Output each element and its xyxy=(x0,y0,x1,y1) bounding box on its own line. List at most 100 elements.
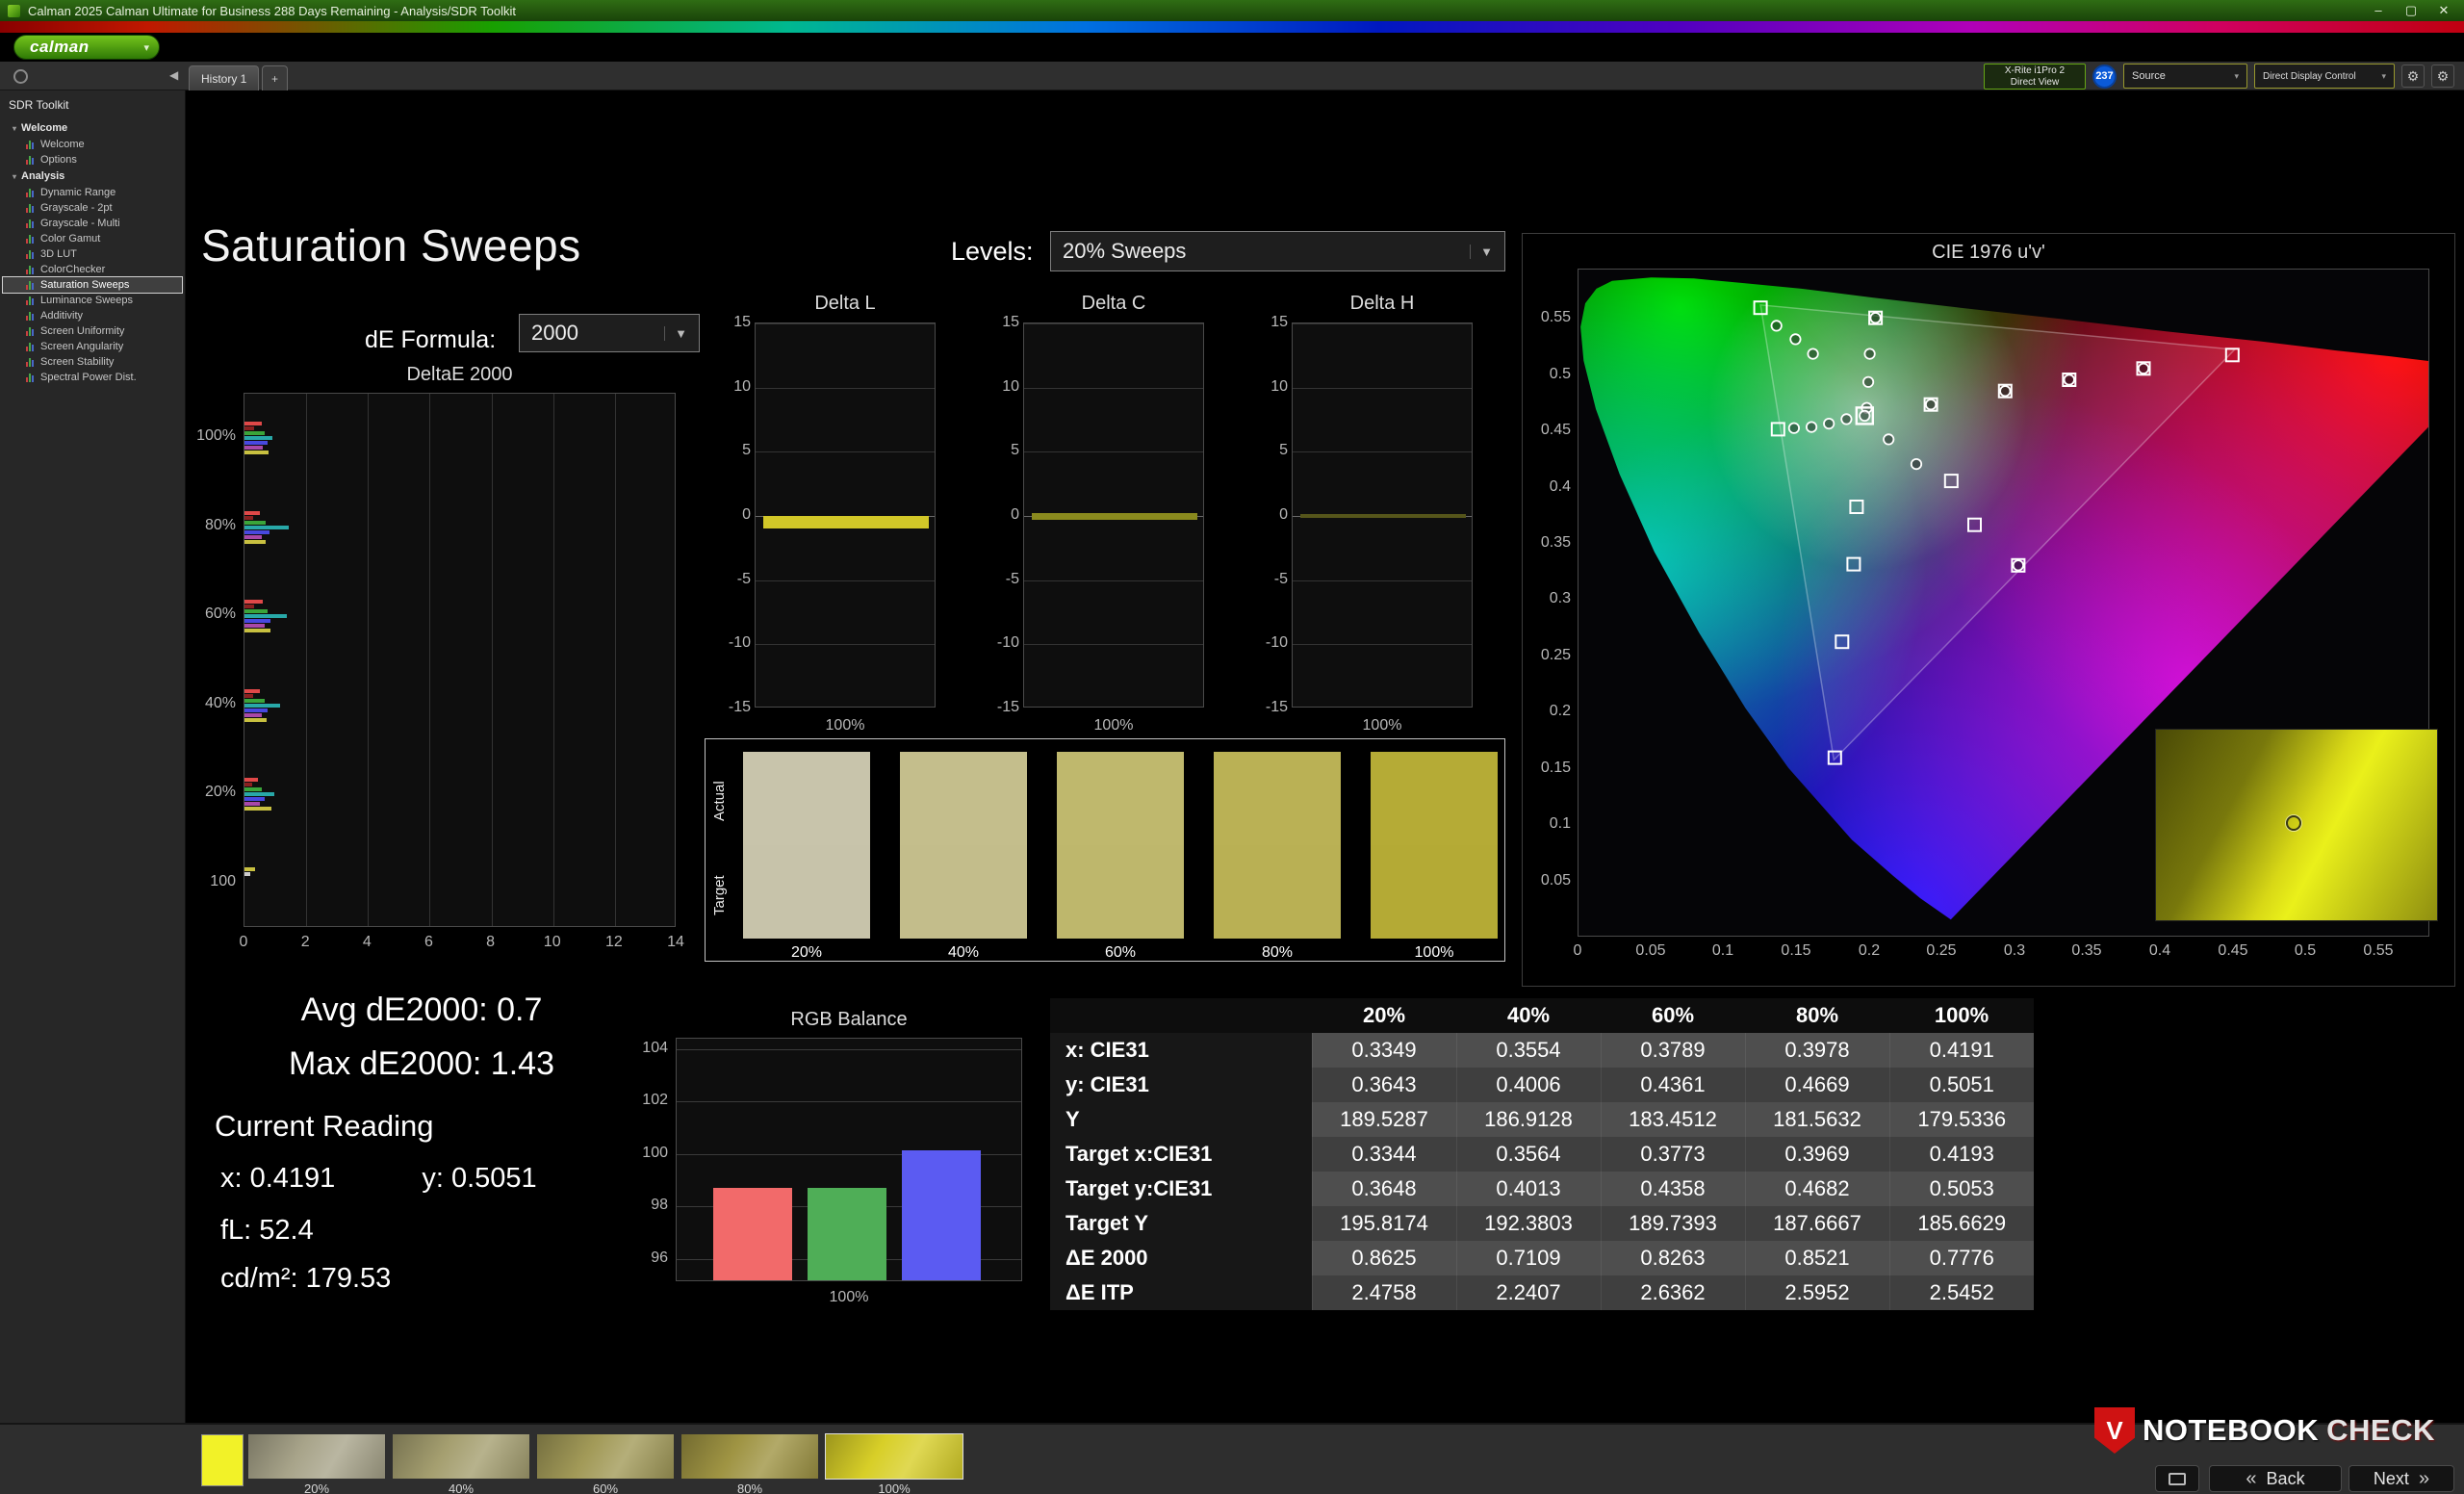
deltae-bar xyxy=(244,431,265,435)
maximize-button[interactable]: ▢ xyxy=(2397,3,2426,18)
sidebar-item-options[interactable]: Options xyxy=(3,152,182,167)
deltae-bar xyxy=(244,872,250,876)
table-cell: 0.3773 xyxy=(1601,1137,1745,1172)
patch-thumb-100[interactable]: 100% xyxy=(826,1434,962,1494)
chart-icon xyxy=(26,219,36,228)
workflow-tree: ▾WelcomeWelcomeOptions▾AnalysisDynamic R… xyxy=(3,119,182,385)
display-control-dropdown[interactable]: Direct Display Control ▾ xyxy=(2254,64,2395,89)
table-cell: 192.3803 xyxy=(1456,1206,1601,1241)
tree-collapse-icon: ▾ xyxy=(13,172,16,181)
table-cell: 0.7109 xyxy=(1456,1241,1601,1275)
table-cell: 186.9128 xyxy=(1456,1102,1601,1137)
workflow-gear-button[interactable]: ⚙ xyxy=(2431,64,2454,88)
delta-l-chart: Delta L 100% 151050-5-10-15 xyxy=(716,293,947,745)
current-patch-color xyxy=(201,1434,244,1486)
close-button[interactable]: ✕ xyxy=(2429,3,2458,18)
monitor-icon xyxy=(2169,1473,2186,1485)
current-cdm2: cd/m²: 179.53 xyxy=(220,1263,391,1295)
x-tick-label: 0.5 xyxy=(2286,942,2324,960)
deltae-bar xyxy=(244,422,262,425)
x-tick-label: 0.15 xyxy=(1777,942,1815,960)
sidebar-item-additivity[interactable]: Additivity xyxy=(3,308,182,323)
deltae-bar xyxy=(244,526,289,529)
de-formula-dropdown[interactable]: 2000 ▼ xyxy=(519,314,700,352)
x-tick-label: 0.2 xyxy=(1850,942,1888,960)
sidebar-item-grayscale-multi[interactable]: Grayscale - Multi xyxy=(3,216,182,231)
table-cell: 2.5452 xyxy=(1889,1275,2034,1310)
x-tick-label: 0.4 xyxy=(2141,942,2179,960)
cie-chart-panel: CIE 1976 u'v' 00.050.10.150.20.250.30.35… xyxy=(1522,233,2455,987)
patch-thumb-20[interactable]: 20% xyxy=(248,1434,385,1494)
max-de2000: Max dE2000: 1.43 xyxy=(215,1045,629,1083)
chevron-down-icon: ▼ xyxy=(664,326,687,341)
tab-history-1[interactable]: History 1 xyxy=(189,65,259,90)
sidebar-item-saturation-sweeps[interactable]: Saturation Sweeps xyxy=(3,277,182,293)
source-dropdown[interactable]: Source ▾ xyxy=(2123,64,2247,89)
sidebar-item-screen-stability[interactable]: Screen Stability xyxy=(3,354,182,370)
chart-title: DeltaE 2000 xyxy=(244,364,676,386)
patch-thumb-40[interactable]: 40% xyxy=(393,1434,529,1494)
tree-group-welcome[interactable]: ▾Welcome xyxy=(3,119,182,137)
deltae-bar xyxy=(244,787,262,791)
sidebar-item-color-gamut[interactable]: Color Gamut xyxy=(3,231,182,246)
x-tick-label: 0.3 xyxy=(1995,942,2034,960)
deltae-bar xyxy=(244,797,265,801)
titlebar: Calman 2025 Calman Ultimate for Business… xyxy=(0,0,2464,21)
actual-swatch xyxy=(1057,752,1184,845)
add-tab-button[interactable]: + xyxy=(262,65,288,90)
current-x: x: 0.4191 xyxy=(220,1163,335,1195)
hardware-controls: X-Rite i1Pro 2 Direct View 237 Source ▾ … xyxy=(1984,63,2454,90)
sidebar-item-screen-angularity[interactable]: Screen Angularity xyxy=(3,339,182,354)
table-row: Y189.5287186.9128183.4512181.5632179.533… xyxy=(1050,1102,2034,1137)
target-swatch xyxy=(1214,845,1341,939)
table-cell: 0.4191 xyxy=(1889,1033,2034,1068)
minimize-button[interactable]: – xyxy=(2364,3,2393,18)
table-cell: 2.2407 xyxy=(1456,1275,1601,1310)
next-button[interactable]: Next » xyxy=(2348,1465,2454,1492)
sidebar-item-3d-lut[interactable]: 3D LUT xyxy=(3,246,182,262)
logo-bar: calman ▾ xyxy=(0,33,2464,62)
x-tick-label: 0.45 xyxy=(2214,942,2252,960)
x-tick-label: 0.35 xyxy=(2067,942,2106,960)
thumb-label: 60% xyxy=(537,1481,674,1494)
tab-bar: ◀ History 1 + X-Rite i1Pro 2 Direct View… xyxy=(0,62,2464,90)
sidebar-item-spectral-power-dist[interactable]: Spectral Power Dist. xyxy=(3,370,182,385)
deltae-bar xyxy=(244,540,266,544)
sidebar-item-luminance-sweeps[interactable]: Luminance Sweeps xyxy=(3,293,182,308)
table-cell: 0.3349 xyxy=(1312,1033,1456,1068)
table-header: 80% xyxy=(1745,998,1889,1033)
swatch-level-label: 80% xyxy=(1214,944,1341,962)
tree-group-analysis[interactable]: ▾Analysis xyxy=(3,167,182,185)
sidebar-item-dynamic-range[interactable]: Dynamic Range xyxy=(3,185,182,200)
sidebar-item-welcome[interactable]: Welcome xyxy=(3,137,182,152)
patch-thumb-60[interactable]: 60% xyxy=(537,1434,674,1494)
table-cell: 2.6362 xyxy=(1601,1275,1745,1310)
swatch-level-label: 100% xyxy=(1371,944,1498,962)
target-swatch xyxy=(1057,845,1184,939)
deltae-bar xyxy=(244,516,253,520)
patch-thumb-80[interactable]: 80% xyxy=(681,1434,818,1494)
page-title: Saturation Sweeps xyxy=(201,219,581,271)
levels-dropdown[interactable]: 20% Sweeps ▼ xyxy=(1050,231,1505,271)
display-capture-button[interactable] xyxy=(2155,1465,2199,1492)
sidebar-item-screen-uniformity[interactable]: Screen Uniformity xyxy=(3,323,182,339)
session-icon[interactable] xyxy=(13,69,28,84)
sidebar-item-grayscale-2pt[interactable]: Grayscale - 2pt xyxy=(3,200,182,216)
deltae-bar xyxy=(244,699,265,703)
table-cell: 189.5287 xyxy=(1312,1102,1456,1137)
table-cell: 0.4358 xyxy=(1601,1172,1745,1206)
row-label: Target y:CIE31 xyxy=(1050,1172,1312,1206)
settings-gear-button[interactable]: ⚙ xyxy=(2401,64,2425,88)
y-tick-label: 0 xyxy=(985,506,1019,524)
deltae-bar xyxy=(244,614,287,618)
swatch-column: 80% xyxy=(1214,752,1341,962)
sidebar-item-colorchecker[interactable]: ColorChecker xyxy=(3,262,182,277)
meter-button[interactable]: X-Rite i1Pro 2 Direct View xyxy=(1984,64,2086,90)
back-button[interactable]: « Back xyxy=(2209,1465,2342,1492)
y-tick-label: 15 xyxy=(1253,314,1288,331)
sidebar-collapse-button[interactable]: ◀ xyxy=(169,68,178,82)
table-cell: 187.6667 xyxy=(1745,1206,1889,1241)
calman-menu-button[interactable]: calman ▾ xyxy=(13,35,160,60)
chevron-down-icon: ▼ xyxy=(1470,245,1493,259)
target-swatch xyxy=(900,845,1027,939)
